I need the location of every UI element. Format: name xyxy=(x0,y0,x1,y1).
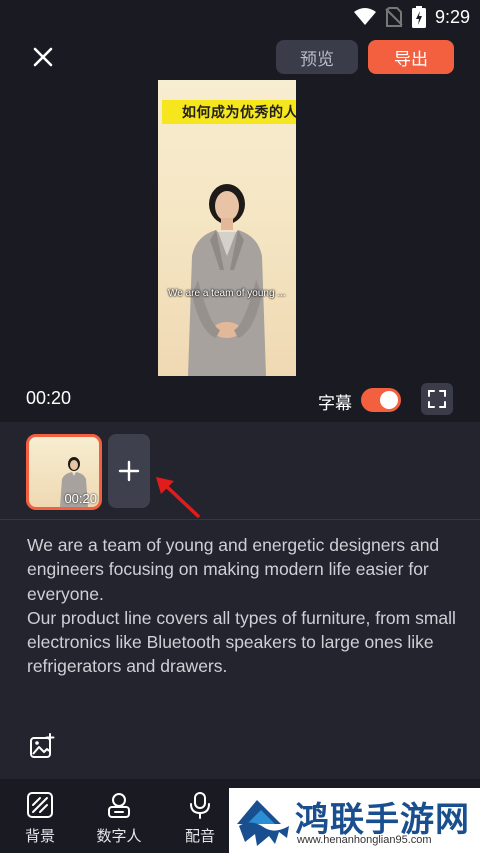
export-button[interactable]: 导出 xyxy=(368,40,454,74)
wifi-icon xyxy=(353,8,376,25)
subtitle-toggle-label: 字幕 xyxy=(318,394,352,414)
fullscreen-icon xyxy=(428,390,446,408)
watermark-logo xyxy=(237,800,289,846)
nav-label: 配音 xyxy=(184,827,215,845)
clip-duration: 00:20 xyxy=(64,491,97,506)
battery-icon xyxy=(411,6,426,28)
fullscreen-button[interactable] xyxy=(421,383,453,415)
nav-label: 背景 xyxy=(24,827,55,845)
editor-preview-area: 预览 导出 如何成为优秀的人 We are a team of young ..… xyxy=(0,34,480,422)
script-paragraph: Our product line covers all types of fur… xyxy=(27,607,456,677)
watermark: 鸿联手游网 www.henanhonglian95.com xyxy=(229,788,480,853)
no-sim-icon xyxy=(385,7,403,27)
image-add-icon xyxy=(30,733,55,758)
nav-item-background[interactable]: 背景 xyxy=(10,791,70,846)
digital-human-icon xyxy=(108,793,130,818)
script-paragraph: We are a team of young and energetic des… xyxy=(27,535,440,604)
video-preview[interactable]: 如何成为优秀的人 We are a team of young ... xyxy=(158,80,296,376)
status-icons: 9:29 xyxy=(353,6,470,28)
status-bar: 9:29 xyxy=(0,0,480,34)
close-button[interactable] xyxy=(30,44,56,70)
watermark-url: www.henanhonglian95.com xyxy=(297,834,432,846)
clip-timeline: 00:20 xyxy=(0,422,480,520)
nav-item-voiceover[interactable]: 配音 xyxy=(170,791,230,846)
microphone-icon xyxy=(190,792,210,819)
background-icon xyxy=(27,792,53,818)
add-clip-button[interactable] xyxy=(108,434,150,508)
playback-timecode: 00:20 xyxy=(26,388,72,408)
subtitle-toggle[interactable] xyxy=(361,388,401,412)
video-subtitle-overlay: We are a team of young ... xyxy=(168,288,286,299)
toggle-knob xyxy=(380,391,398,409)
script-text[interactable]: We are a team of young and energetic des… xyxy=(27,533,457,679)
clip-thumbnail[interactable]: 00:20 xyxy=(26,434,102,510)
preview-button[interactable]: 预览 xyxy=(276,40,358,74)
presenter-figure xyxy=(188,184,266,376)
close-icon xyxy=(33,47,53,67)
pointer-arrow-icon xyxy=(156,477,200,518)
nav-label: 数字人 xyxy=(96,827,142,845)
status-time: 9:29 xyxy=(434,6,470,27)
nav-item-digital-human[interactable]: 数字人 xyxy=(89,791,149,846)
insert-image-button[interactable] xyxy=(28,732,56,760)
plus-icon xyxy=(118,460,140,482)
